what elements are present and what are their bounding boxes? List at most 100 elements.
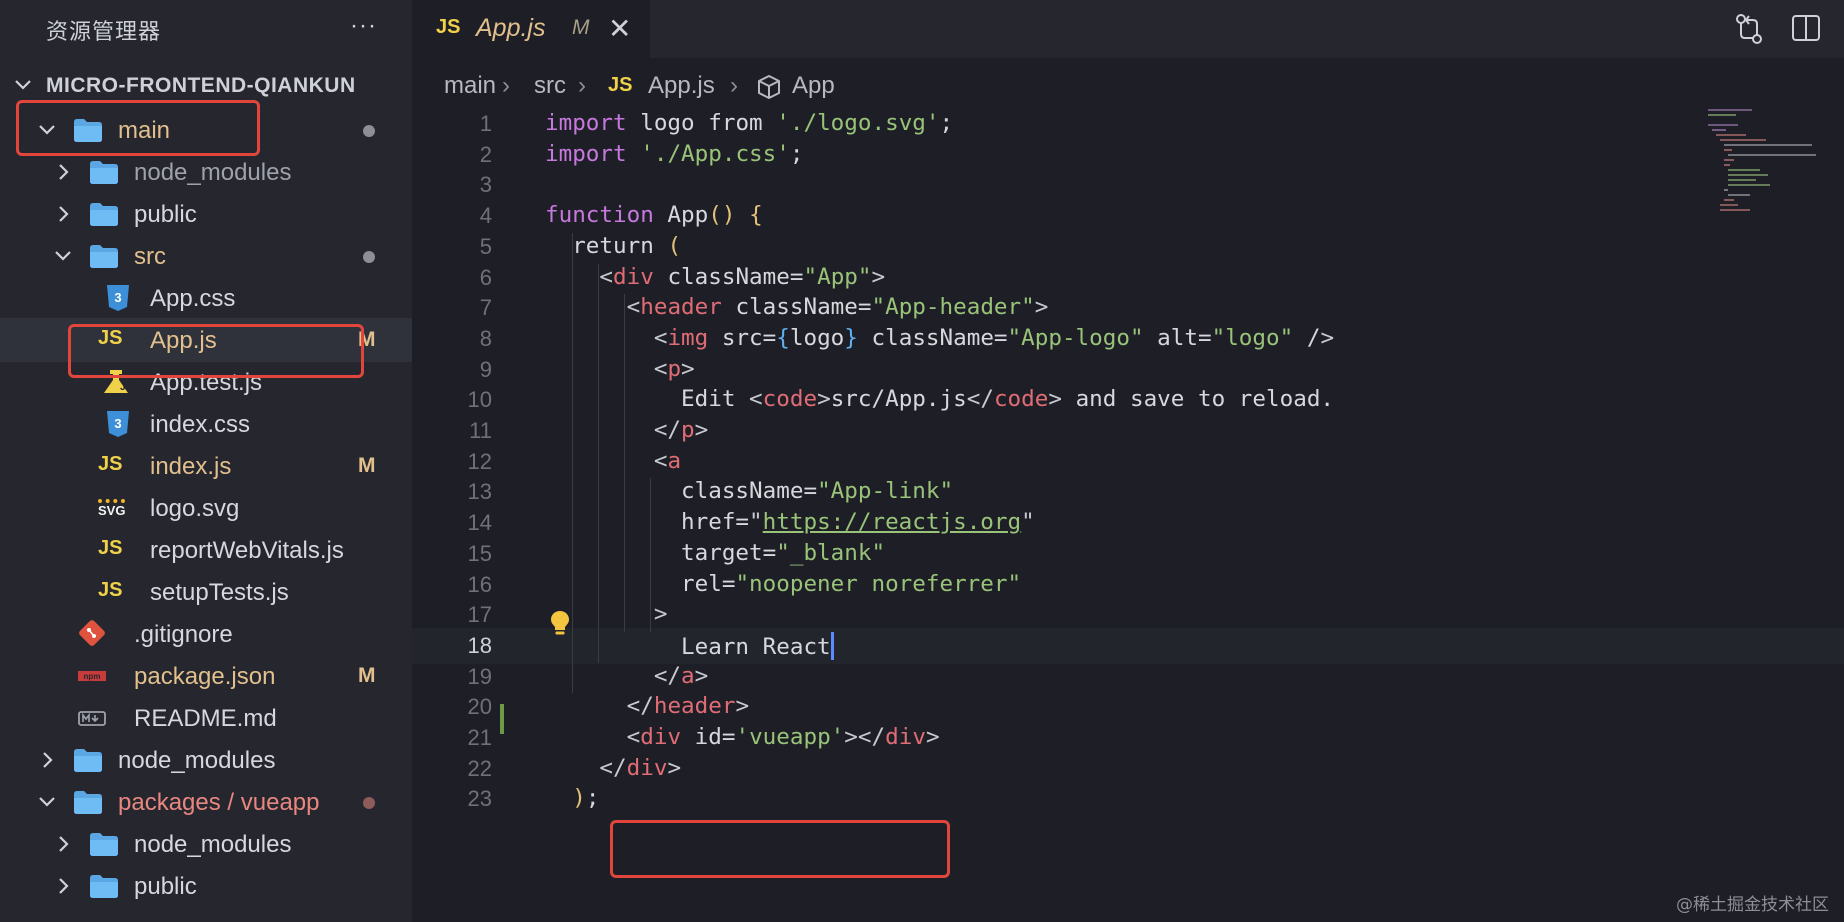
line-number: 18 — [467, 632, 492, 658]
folder-icon — [90, 875, 118, 898]
chevron-down-icon — [15, 80, 31, 90]
tree-item-label: package.json — [134, 663, 276, 690]
chevron-down-icon — [39, 797, 55, 807]
code-text: target="_blank" — [545, 539, 886, 566]
indent-guide — [598, 263, 599, 663]
line-number: 8 — [479, 325, 492, 351]
code-text: </header> — [626, 693, 750, 720]
tree-item-public[interactable]: public — [0, 192, 412, 236]
tree-item-node-modules[interactable]: node_modules — [0, 150, 412, 194]
lightbulb-icon[interactable] — [550, 610, 570, 636]
tree-item-label: README.md — [134, 705, 277, 732]
tree-item-readme-md[interactable]: README.md — [0, 696, 412, 740]
explorer-sidebar: 资源管理器 ··· MICRO-FRONTEND-QIANKUN main nod… — [0, 0, 412, 922]
tree-item-label: index.js — [150, 453, 232, 480]
more-actions-icon[interactable]: ··· — [350, 12, 377, 40]
highlight-vueapp-div — [610, 820, 950, 878]
line-number: 21 — [467, 725, 492, 750]
changes-dot-icon — [363, 125, 375, 137]
tab-bar: JS App.js M ✕ — [412, 0, 1844, 58]
tab-app-js[interactable]: JS App.js M ✕ — [412, 0, 650, 58]
tree-item-label: public — [134, 873, 197, 900]
line-number: 6 — [479, 264, 492, 290]
indent-guide — [572, 232, 573, 694]
code-text: className="App-link" — [545, 478, 954, 505]
explorer-title: 资源管理器 — [46, 19, 162, 44]
code-text: return ( — [545, 232, 682, 259]
line-number: 11 — [469, 418, 492, 443]
tree-item-packages-vueapp[interactable]: packages / vueapp — [0, 780, 412, 824]
minimap[interactable] — [1704, 106, 1824, 216]
code-text: <p> — [653, 355, 695, 382]
chevron-right-icon — [59, 878, 69, 894]
git-file-icon — [79, 620, 105, 646]
tree-item-label: App.css — [150, 285, 236, 312]
tree-item-index-css[interactable]: 3 index.css — [0, 402, 412, 446]
tree-item-app-css[interactable]: 3 App.css — [0, 276, 412, 320]
tree-item-node-modules[interactable]: node_modules — [0, 738, 412, 782]
tree-item-label: index.css — [150, 411, 251, 438]
line-number: 12 — [467, 448, 492, 474]
breadcrumb-item-file[interactable]: App.js — [648, 72, 715, 100]
js-file-icon: JS — [436, 16, 461, 38]
code-line[interactable]: 23 ); — [412, 781, 1844, 817]
tree-item-package-json[interactable]: npm package.json M — [0, 654, 412, 698]
tab-modified-badge: M — [572, 16, 590, 39]
tree-item-label: logo.svg — [150, 495, 240, 522]
tree-item-label: node_modules — [134, 831, 292, 858]
svg-file-icon: SVG — [98, 499, 126, 518]
breadcrumb-item-main[interactable]: main — [444, 72, 496, 100]
line-number: 9 — [479, 356, 492, 382]
code-text: function App() { — [545, 202, 763, 229]
line-number: 15 — [467, 540, 492, 566]
code-text: import logo from './logo.svg'; — [545, 110, 954, 136]
tree-item-label: node_modules — [118, 747, 276, 774]
line-number: 1 — [479, 111, 492, 136]
line-number: 5 — [479, 233, 492, 259]
svg-text:3: 3 — [114, 290, 121, 305]
line-number: 7 — [479, 295, 492, 321]
chevron-right-icon — [59, 836, 69, 852]
code-text: Edit <code>src/App.js</code> and save to… — [545, 386, 1335, 413]
breadcrumb-item-symbol[interactable]: App — [792, 72, 835, 100]
code-text: <div id='vueapp'></div> — [626, 724, 940, 750]
git-compare-icon[interactable] — [1732, 12, 1766, 46]
folder-open-icon — [90, 245, 118, 268]
split-editor-icon[interactable] — [1790, 12, 1822, 44]
breadcrumb-item-src[interactable]: src — [534, 72, 566, 100]
markdown-file-icon — [78, 711, 106, 726]
watermark: @稀土掘金技术社区 — [1676, 895, 1829, 915]
highlight-main-folder — [16, 100, 260, 156]
tree-item-public[interactable]: public — [0, 864, 412, 908]
breadcrumb: main › src › JS App.js › App — [412, 66, 1844, 106]
code-text: ); — [572, 785, 600, 812]
tree-item-node-modules[interactable]: node_modules — [0, 822, 412, 866]
tree-item-setuptests-js[interactable]: JS setupTests.js — [0, 570, 412, 614]
code-text: </p> — [653, 417, 709, 443]
project-name: MICRO-FRONTEND-QIANKUN — [46, 74, 356, 97]
explorer-header: 资源管理器 ··· — [0, 0, 412, 58]
tree-item-gitignore[interactable]: .gitignore — [0, 612, 412, 656]
tree-item-index-js[interactable]: JS index.js M — [0, 444, 412, 488]
tree-item-src[interactable]: src — [0, 234, 412, 278]
folder-open-icon — [74, 791, 102, 814]
indent-guide — [624, 294, 625, 632]
line-number: 14 — [467, 510, 492, 536]
modified-badge: M — [358, 454, 376, 477]
tree-item-reportwebvitals-js[interactable]: JS reportWebVitals.js — [0, 528, 412, 572]
code-editor[interactable]: 1 import logo from './logo.svg'; 2 import '… — [412, 106, 1844, 922]
tree-item-label: packages / vueapp — [118, 789, 320, 816]
js-file-icon: JS — [98, 579, 123, 601]
close-icon[interactable]: ✕ — [608, 12, 631, 45]
tree-item-label: public — [134, 201, 197, 228]
tree-item-logo-svg[interactable]: SVG logo.svg — [0, 486, 412, 530]
js-file-icon: JS — [608, 74, 633, 96]
code-text: href="https://reactjs.org" — [545, 509, 1035, 536]
indent-guide — [650, 478, 651, 632]
tree-item-label: setupTests.js — [150, 579, 289, 606]
js-file-icon: JS — [98, 453, 123, 475]
code-text: <header className="App-header"> — [626, 294, 1049, 321]
code-text: import './App.css'; — [545, 140, 804, 167]
css-file-icon: 3 — [107, 411, 129, 437]
tree-item-label: node_modules — [134, 159, 292, 186]
